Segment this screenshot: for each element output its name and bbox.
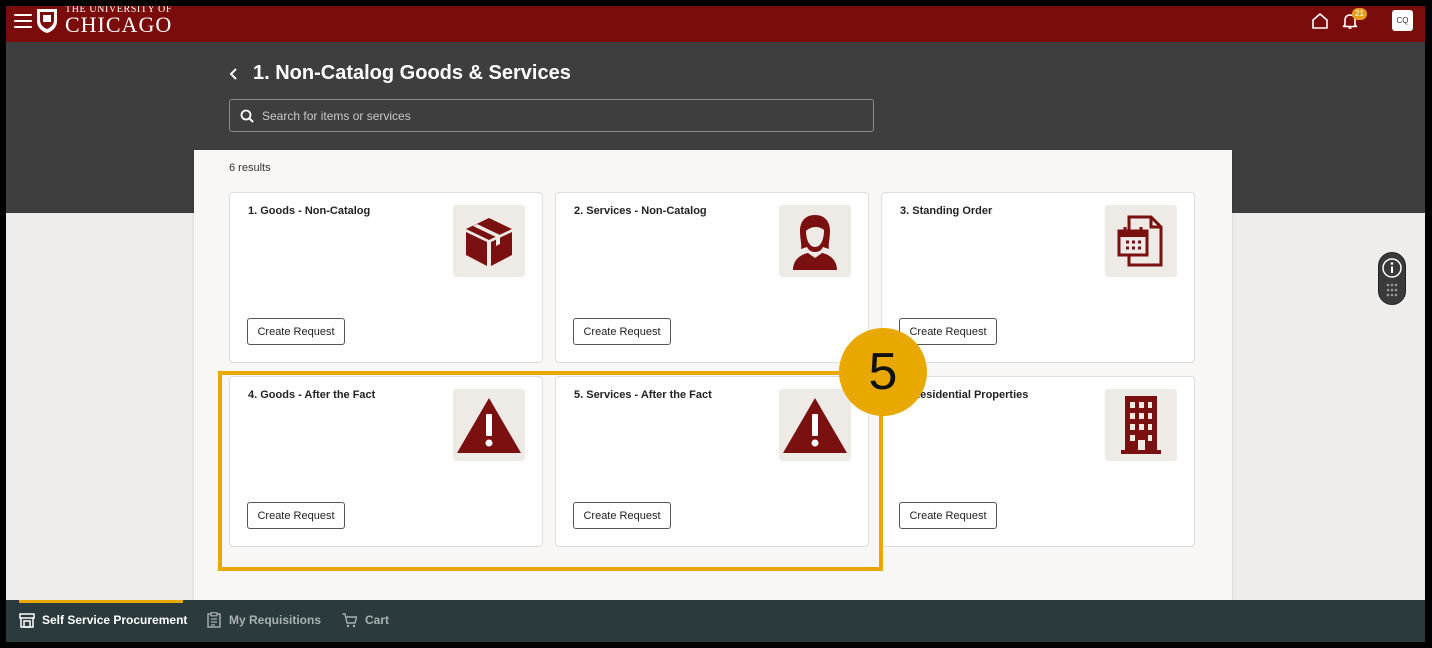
card-title: 1. Goods - Non-Catalog xyxy=(248,205,371,217)
store-icon xyxy=(19,613,35,628)
bottom-nav-bar: Self Service Procurement My Requisitions… xyxy=(6,600,1425,642)
callout-highlight-box xyxy=(218,371,883,571)
university-logo[interactable]: THE UNIVERSITY OF CHICAGO xyxy=(36,6,172,38)
search-icon xyxy=(240,109,254,123)
card-standing-order[interactable]: 3. Standing Order Create Request xyxy=(881,192,1195,363)
card-image xyxy=(779,205,851,277)
top-bar: THE UNIVERSITY OF CHICAGO 21 CQ xyxy=(6,6,1425,42)
card-title: 2. Services - Non-Catalog xyxy=(574,205,707,217)
person-icon xyxy=(793,215,837,270)
building-icon xyxy=(1121,396,1161,454)
help-widget[interactable] xyxy=(1378,252,1406,305)
nav-my-requisitions[interactable]: My Requisitions xyxy=(206,612,321,628)
notification-badge: 21 xyxy=(1352,8,1367,20)
search-box[interactable] xyxy=(229,99,874,132)
card-image xyxy=(1105,389,1177,461)
card-title: 3. Standing Order xyxy=(900,205,993,217)
card-image xyxy=(453,205,525,277)
create-request-button[interactable]: Create Request xyxy=(573,318,671,345)
card-goods-non-catalog[interactable]: 1. Goods - Non-Catalog Create Request xyxy=(229,192,543,363)
home-icon[interactable] xyxy=(1311,12,1329,30)
logo-line2: CHICAGO xyxy=(65,12,173,37)
box-icon xyxy=(466,218,512,266)
card-image xyxy=(1105,205,1177,277)
back-chevron-icon[interactable] xyxy=(228,66,240,82)
avatar[interactable]: CQ xyxy=(1392,10,1413,31)
create-request-button[interactable]: Create Request xyxy=(247,318,345,345)
search-input[interactable] xyxy=(262,106,862,126)
active-tab-indicator xyxy=(19,600,183,603)
card-residential-properties[interactable]: 6. Residential Properties Create Request xyxy=(881,376,1195,547)
calendar-document-icon xyxy=(1117,215,1163,267)
clipboard-icon xyxy=(207,612,221,628)
hamburger-menu-icon[interactable] xyxy=(14,14,32,28)
nav-label: Cart xyxy=(365,613,390,627)
nav-label: My Requisitions xyxy=(229,613,322,627)
card-services-non-catalog[interactable]: 2. Services - Non-Catalog Create Request xyxy=(555,192,869,363)
cart-icon xyxy=(342,613,358,628)
page-title: 1. Non-Catalog Goods & Services xyxy=(253,62,571,84)
nav-label: Self Service Procurement xyxy=(42,613,188,627)
shield-icon xyxy=(37,9,57,33)
nav-self-service-procurement[interactable]: Self Service Procurement xyxy=(19,612,187,628)
results-count: 6 results xyxy=(229,162,271,174)
nav-cart[interactable]: Cart xyxy=(342,612,389,628)
callout-number-badge: 5 xyxy=(839,328,927,416)
app-window: THE UNIVERSITY OF CHICAGO 21 CQ 1. Non-C… xyxy=(6,6,1425,642)
keypad-icon xyxy=(1386,283,1398,297)
create-request-button[interactable]: Create Request xyxy=(899,502,997,529)
info-icon xyxy=(1382,258,1402,278)
